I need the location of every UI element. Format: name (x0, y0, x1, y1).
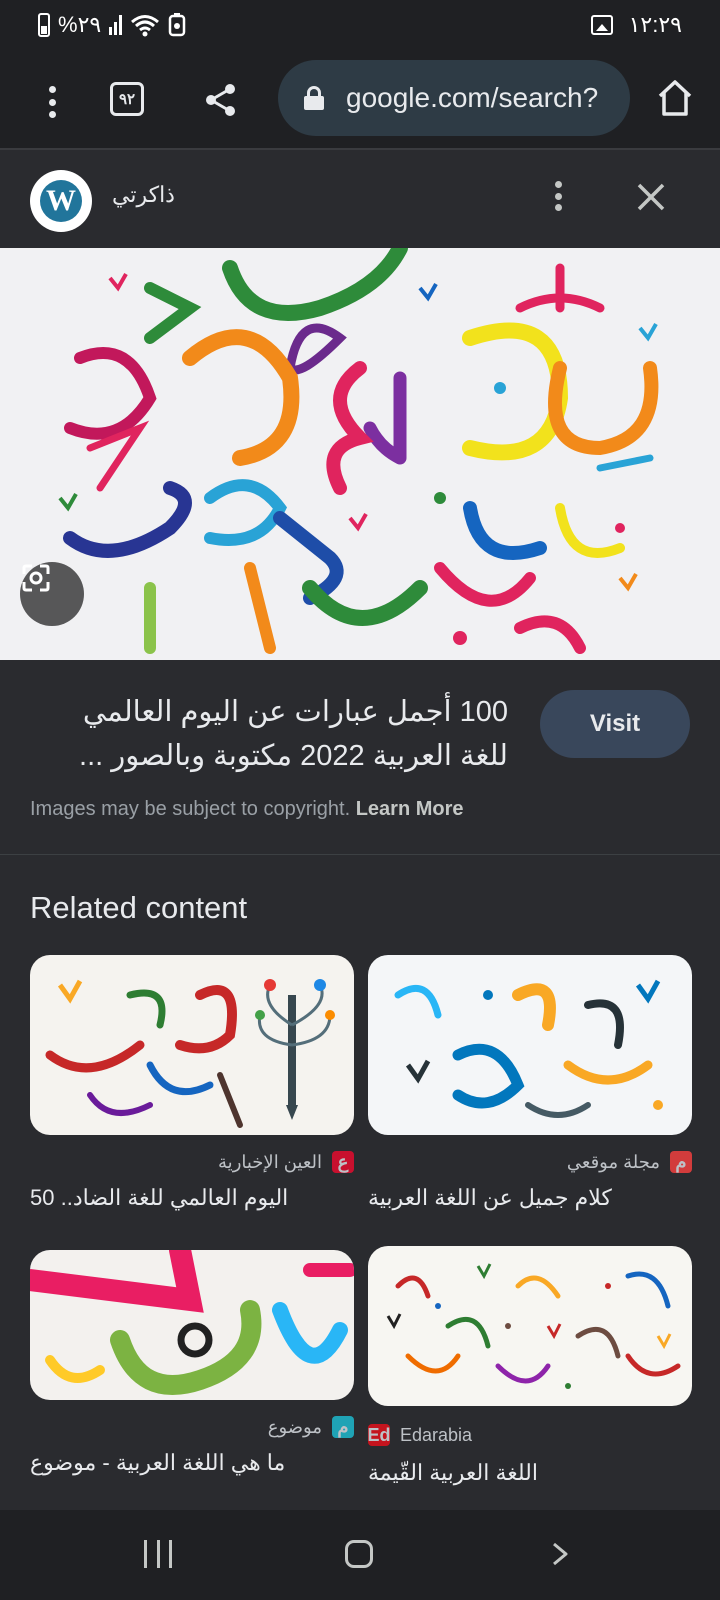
copyright-notice: Images may be subject to copyright. Lear… (30, 798, 464, 821)
learn-more-link[interactable]: Learn More (356, 798, 464, 820)
related-card-caption[interactable]: ما هي اللغة العربية - موضوع (30, 1450, 354, 1476)
related-content-heading: Related content (30, 890, 248, 925)
visit-button[interactable]: Visit (540, 690, 690, 758)
copyright-text: Images may be subject to copyright. (30, 798, 351, 820)
browser-toolbar: ٩٢ google.com/search? (0, 54, 720, 150)
source-header[interactable]: W ذاكرتي (0, 150, 720, 246)
related-card-source-name: العين الإخبارية (218, 1151, 322, 1172)
back-chevron-icon[interactable] (548, 1542, 572, 1566)
related-card-source-name: موضوع (267, 1416, 322, 1437)
divider (0, 854, 720, 855)
related-card-source: ع العين الإخبارية (218, 1151, 354, 1173)
system-navigation-bar (0, 1510, 720, 1600)
related-card-thumbnail[interactable] (30, 1250, 354, 1400)
google-lens-icon[interactable] (20, 562, 84, 626)
related-card-thumbnail[interactable] (368, 1246, 692, 1406)
related-card-caption[interactable]: اللغة العربية القّيمة (368, 1460, 692, 1486)
home-icon[interactable] (656, 78, 694, 118)
signal-icon (109, 15, 123, 35)
tab-switcher-button[interactable]: ٩٢ (110, 82, 144, 116)
related-card[interactable]: ع العين الإخبارية اليوم العالمي للغة الض… (30, 955, 354, 1210)
related-card-caption[interactable]: كلام جميل عن اللغة العربية (368, 1185, 692, 1211)
recent-apps-icon[interactable] (144, 1540, 172, 1568)
related-card-caption[interactable]: اليوم العالمي للغة الضاد.. 50 (30, 1185, 354, 1211)
status-bar: %٢٩ ١٢:٢٩ (0, 0, 720, 54)
battery-icon (38, 13, 50, 37)
related-card[interactable]: م مجلة موقعي كلام جميل عن اللغة العربية (368, 955, 692, 1210)
wifi-icon (131, 15, 160, 37)
related-card-source-name: مجلة موقعي (566, 1151, 660, 1172)
more-options-icon[interactable] (552, 178, 564, 214)
address-bar[interactable]: google.com/search? (278, 60, 630, 136)
result-title[interactable]: 100 أجمل عبارات عن اليوم العالمي للغة ال… (30, 690, 508, 778)
lock-icon[interactable] (304, 86, 324, 110)
related-card-source: م مجلة موقعي (567, 1151, 692, 1173)
battery-percent: %٢٩ (58, 12, 102, 37)
source-favicon-icon: Ed (367, 1424, 391, 1446)
status-icons-right: ١٢:٢٩ (590, 12, 682, 38)
arabic-letters-artwork (58, 248, 659, 654)
url-text[interactable]: google.com/search? (346, 82, 598, 114)
image-preview-panel: W ذاكرتي 100 أجمل عبارات عن اليوم العالم… (0, 150, 720, 1510)
related-card-source-name: Edarabia (400, 1424, 473, 1445)
source-favicon-icon: م (332, 1416, 354, 1438)
related-card-thumbnail[interactable] (30, 955, 354, 1135)
gallery-notification-icon (590, 15, 613, 35)
source-favicon-icon: م (670, 1151, 692, 1173)
related-card[interactable]: Ed Edarabia اللغة العربية القّيمة (368, 1246, 692, 1485)
home-button-icon[interactable] (345, 1540, 373, 1568)
data-saver-icon (168, 13, 186, 37)
wordpress-logo-letter: W (40, 180, 82, 222)
status-icons-left: %٢٩ (38, 12, 186, 38)
source-name[interactable]: ذاكرتي (112, 182, 175, 208)
clock: ١٢:٢٩ (628, 12, 682, 37)
menu-icon[interactable] (44, 80, 60, 124)
preview-image[interactable] (0, 248, 720, 660)
related-card-source: Ed Edarabia (368, 1424, 472, 1446)
source-favicon-icon: ع (332, 1151, 354, 1173)
share-icon[interactable] (204, 82, 238, 118)
related-card-thumbnail[interactable] (368, 955, 692, 1135)
wordpress-logo-icon: W (30, 170, 92, 232)
related-card[interactable]: م موضوع ما هي اللغة العربية - موضوع (30, 1250, 354, 1475)
related-card-source: م موضوع (268, 1416, 354, 1438)
close-icon[interactable] (636, 182, 666, 212)
